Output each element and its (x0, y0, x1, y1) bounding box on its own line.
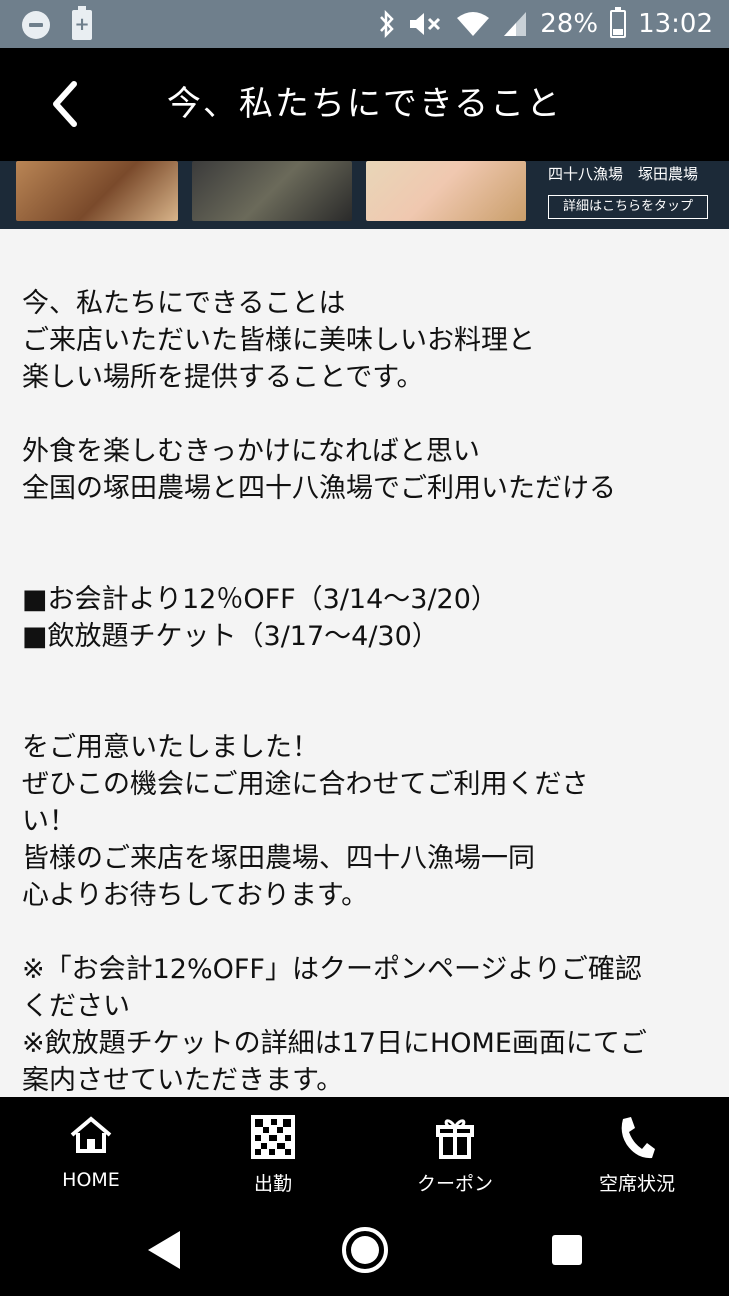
tab-vacancy[interactable]: 空席状況 (546, 1097, 728, 1205)
battery-saver-icon: + (72, 6, 92, 40)
offer-line: ■お会計より12％OFF（3/14〜3/20） (22, 584, 498, 615)
text-line: ご来店いただいた皆様に美味しいお料理と (22, 325, 535, 356)
tab-label: HOME (62, 1169, 120, 1191)
promo-banner[interactable]: 四十八漁場 塚田農場 詳細はこちらをタップ (0, 161, 729, 229)
note-line: 案内させていただきます。 (22, 1065, 344, 1096)
text-line: 心よりお待ちしております。 (22, 880, 369, 911)
tab-label: 出勤 (253, 1173, 292, 1195)
tab-attendance[interactable]: 出勤 (182, 1097, 364, 1205)
phone-icon (621, 1117, 655, 1159)
triangle-back-icon (148, 1231, 180, 1269)
mute-icon (410, 13, 441, 35)
qr-code-icon (251, 1115, 295, 1159)
text-line: 全国の塚田農場と四十八漁場でご利用いただける (22, 473, 616, 504)
bottom-tab-bar: HOME 出勤 クーポン 空席状況 (0, 1097, 729, 1205)
nav-home-button[interactable] (340, 1225, 390, 1275)
battery-icon (610, 7, 627, 38)
note-line: ください (22, 991, 130, 1022)
text-line: い！ (22, 806, 76, 837)
page-title: 今、私たちにできること (166, 84, 563, 124)
food-image-meat (16, 161, 178, 221)
wifi-icon (457, 12, 490, 36)
nav-back-button[interactable] (140, 1225, 190, 1275)
banner-store-names: 四十八漁場 塚田農場 (548, 165, 699, 183)
home-icon (70, 1116, 112, 1153)
clock: 13:02 (638, 9, 713, 39)
square-recents-icon (552, 1235, 582, 1265)
note-line: ※飲放題チケットの詳細は17日にHOME画面にてご (22, 1028, 647, 1059)
banner-detail-button[interactable]: 詳細はこちらをタップ (548, 195, 708, 219)
tab-coupon[interactable]: クーポン (364, 1097, 546, 1205)
status-bar: + 28% 13:02 (0, 0, 729, 48)
text-line: をご用意いたしました！ (22, 732, 319, 763)
text-line: 楽しい場所を提供することです。 (22, 362, 424, 393)
text-line: 皆様のご来店を塚田農場、四十八漁場一同 (22, 843, 535, 874)
do-not-disturb-icon (22, 11, 50, 39)
tab-label: クーポン (416, 1173, 493, 1195)
circle-home-icon (342, 1227, 388, 1273)
text-line: 外食を楽しむきっかけになればと思い (22, 436, 480, 467)
food-image-sashimi (366, 161, 526, 221)
nav-recents-button[interactable] (542, 1225, 592, 1275)
system-nav-bar (0, 1205, 729, 1296)
food-image-grill (192, 161, 352, 221)
app-header: 今、私たちにできること (0, 48, 729, 161)
signal-icon (504, 12, 527, 36)
text-line: 今、私たちにできることは (22, 288, 346, 319)
gift-icon (436, 1119, 474, 1159)
offer-line: ■飲放題チケット（3/17〜4/30） (22, 621, 439, 652)
battery-percent: 28% (540, 9, 599, 39)
note-line: ※「お会計12%OFF」はクーポンページよりご確認 (22, 954, 642, 985)
bluetooth-icon (380, 10, 394, 38)
tab-home[interactable]: HOME (0, 1097, 182, 1205)
article-body: 今、私たちにできることは ご来店いただいた皆様に美味しいお料理と 楽しい場所を提… (22, 285, 712, 1099)
tab-label: 空席状況 (598, 1173, 675, 1195)
text-line: ぜひこの機会にご用途に合わせてご利用くださ (22, 769, 589, 800)
